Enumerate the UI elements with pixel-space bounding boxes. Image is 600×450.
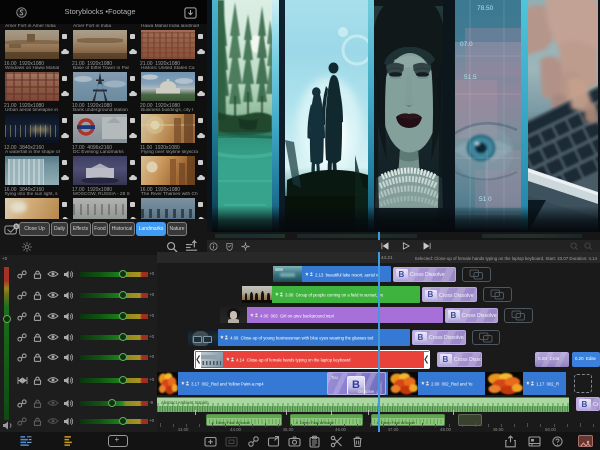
svg-text:51.5: 51.5	[464, 74, 477, 81]
svg-text:07.0: 07.0	[460, 41, 473, 48]
svg-text:51 0: 51 0	[479, 196, 492, 203]
svg-text:78.50: 78.50	[477, 5, 494, 12]
